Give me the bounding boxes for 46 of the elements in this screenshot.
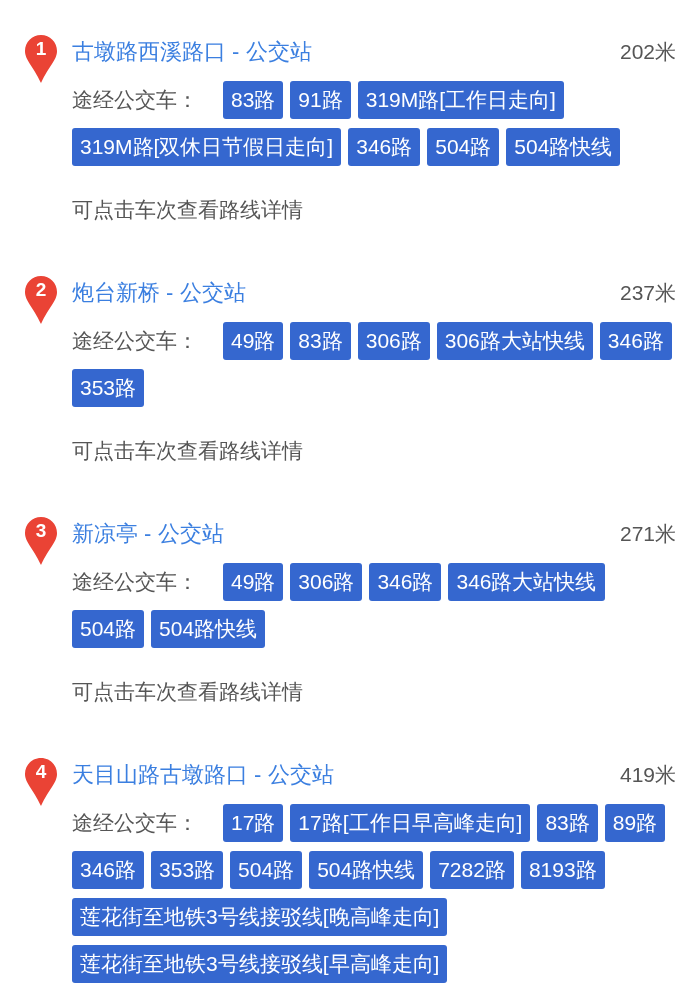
route-tag[interactable]: 346路大站快线 (448, 563, 605, 601)
distance: 271米 (619, 521, 676, 547)
route-tag[interactable]: 83路 (223, 81, 284, 119)
route-tag[interactable]: 17路[工作日早高峰走向] (290, 804, 531, 842)
route-tag[interactable]: 83路 (537, 804, 598, 842)
route-tag[interactable]: 306路 (357, 322, 430, 360)
route-tag[interactable]: 346路 (599, 322, 672, 360)
hint-text: 可点击车次查看路线详情 (72, 679, 304, 705)
route-tag[interactable]: 504路快线 (151, 610, 266, 648)
route-tag[interactable]: 49路 (223, 563, 284, 601)
route-tag[interactable]: 504路 (72, 610, 145, 648)
routes-label: 途经公交车： (72, 87, 199, 113)
route-tag[interactable]: 91路 (290, 81, 351, 119)
route-tag[interactable]: 346路 (348, 128, 421, 166)
route-tag[interactable]: 319M路[双休日节假日走向] (72, 128, 342, 166)
route-tag[interactable]: 353路 (151, 851, 224, 889)
route-tag[interactable]: 17路 (223, 804, 284, 842)
station-link[interactable]: 新凉亭 - 公交站 (72, 519, 224, 549)
route-tag[interactable]: 319M路[工作日走向] (357, 81, 564, 119)
route-tag[interactable]: 504路快线 (309, 851, 424, 889)
route-tag[interactable]: 346路 (72, 851, 145, 889)
route-tag[interactable]: 49路 (223, 322, 284, 360)
distance: 419米 (619, 762, 676, 788)
distance: 202米 (619, 39, 676, 65)
hint-text: 可点击车次查看路线详情 (72, 438, 304, 464)
route-tag[interactable]: 306路 (290, 563, 363, 601)
route-tag[interactable]: 83路 (290, 322, 351, 360)
route-tag[interactable]: 莲花街至地铁3号线接驳线[早高峰走向] (72, 945, 448, 983)
station-link[interactable]: 天目山路古墩路口 - 公交站 (72, 760, 334, 790)
distance: 237米 (619, 280, 676, 306)
route-tag[interactable]: 莲花街至地铁3号线接驳线[晚高峰走向] (72, 898, 448, 936)
route-tag[interactable]: 504路 (230, 851, 303, 889)
route-tag[interactable]: 353路 (72, 369, 145, 407)
route-tag[interactable]: 89路 (604, 804, 666, 842)
routes-label: 途经公交车： (72, 569, 199, 595)
routes-label: 途经公交车： (72, 810, 199, 836)
routes-label: 途经公交车： (72, 328, 199, 354)
route-tag[interactable]: 346路 (369, 563, 442, 601)
station-link[interactable]: 炮台新桥 - 公交站 (72, 278, 246, 308)
route-tag[interactable]: 504路 (427, 128, 500, 166)
route-tag[interactable]: 7282路 (430, 851, 514, 889)
hint-text: 可点击车次查看路线详情 (72, 197, 304, 223)
route-tag[interactable]: 306路大站快线 (436, 322, 593, 360)
route-tag[interactable]: 8193路 (520, 851, 605, 889)
station-link[interactable]: 古墩路西溪路口 - 公交站 (72, 37, 312, 67)
route-tag[interactable]: 504路快线 (506, 128, 621, 166)
